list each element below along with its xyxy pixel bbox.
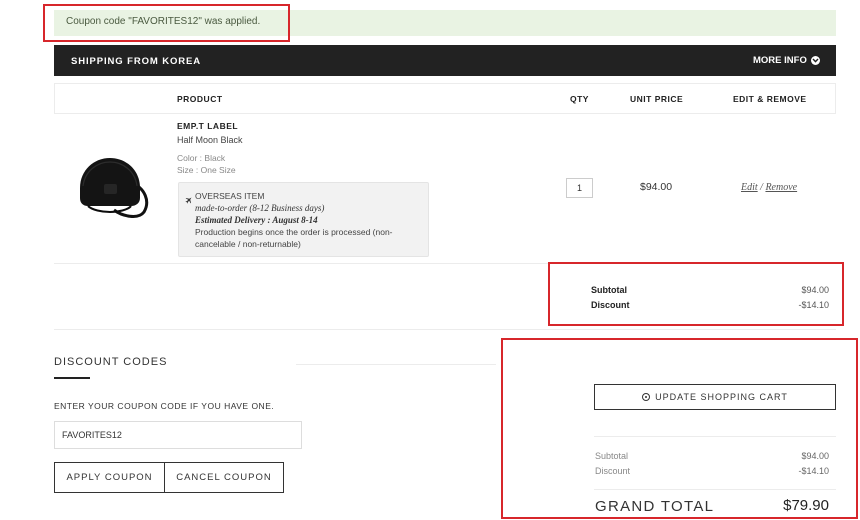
chevron-down-circle-icon bbox=[810, 56, 820, 65]
shipping-title: SHIPPING FROM KOREA bbox=[71, 56, 202, 67]
remove-link[interactable]: Remove bbox=[765, 182, 797, 193]
header-product: PRODUCT bbox=[177, 94, 223, 104]
header-qty: QTY bbox=[570, 94, 589, 104]
highlight-box-totals bbox=[501, 338, 858, 519]
estimated-delivery-text: Estimated Delivery : August 8-14 bbox=[195, 215, 318, 225]
edit-remove-links: Edit / Remove bbox=[741, 182, 797, 193]
unit-price: $94.00 bbox=[640, 181, 673, 193]
product-size: Size : One Size bbox=[177, 165, 236, 175]
header-edit-remove: EDIT & REMOVE bbox=[733, 94, 807, 104]
apply-coupon-button[interactable]: APPLY COUPON bbox=[54, 462, 165, 493]
production-note-line2: cancelable / non-returnable) bbox=[195, 239, 301, 249]
highlight-box-notice bbox=[43, 4, 290, 42]
production-note-line1: Production begins once the order is proc… bbox=[195, 227, 393, 237]
more-info-label: MORE INFO bbox=[753, 55, 807, 66]
product-image[interactable] bbox=[74, 150, 154, 220]
section-divider bbox=[54, 329, 836, 330]
product-color: Color : Black bbox=[177, 153, 226, 163]
made-to-order-text: made-to-order (8-12 Business days) bbox=[195, 203, 325, 213]
coupon-instruction: ENTER YOUR COUPON CODE IF YOU HAVE ONE. bbox=[54, 401, 275, 411]
header-unit-price: UNIT PRICE bbox=[630, 94, 684, 104]
product-name[interactable]: Half Moon Black bbox=[177, 135, 243, 145]
more-info-toggle[interactable]: MORE INFO bbox=[753, 55, 820, 66]
overseas-title: OVERSEAS ITEM bbox=[195, 191, 265, 201]
product-brand[interactable]: EMP.T LABEL bbox=[177, 121, 238, 131]
cancel-coupon-button[interactable]: CANCEL COUPON bbox=[164, 462, 284, 493]
airplane-icon bbox=[185, 191, 193, 209]
highlight-box-summary bbox=[548, 262, 844, 326]
title-underline bbox=[54, 377, 90, 379]
coupon-code-input[interactable]: FAVORITES12 bbox=[54, 421, 302, 449]
quantity-input[interactable]: 1 bbox=[566, 178, 593, 198]
discount-divider bbox=[296, 364, 496, 365]
edit-link[interactable]: Edit bbox=[741, 182, 758, 193]
cart-table-header bbox=[54, 83, 836, 114]
discount-codes-title: DISCOUNT CODES bbox=[54, 356, 168, 368]
link-separator: / bbox=[760, 182, 763, 193]
